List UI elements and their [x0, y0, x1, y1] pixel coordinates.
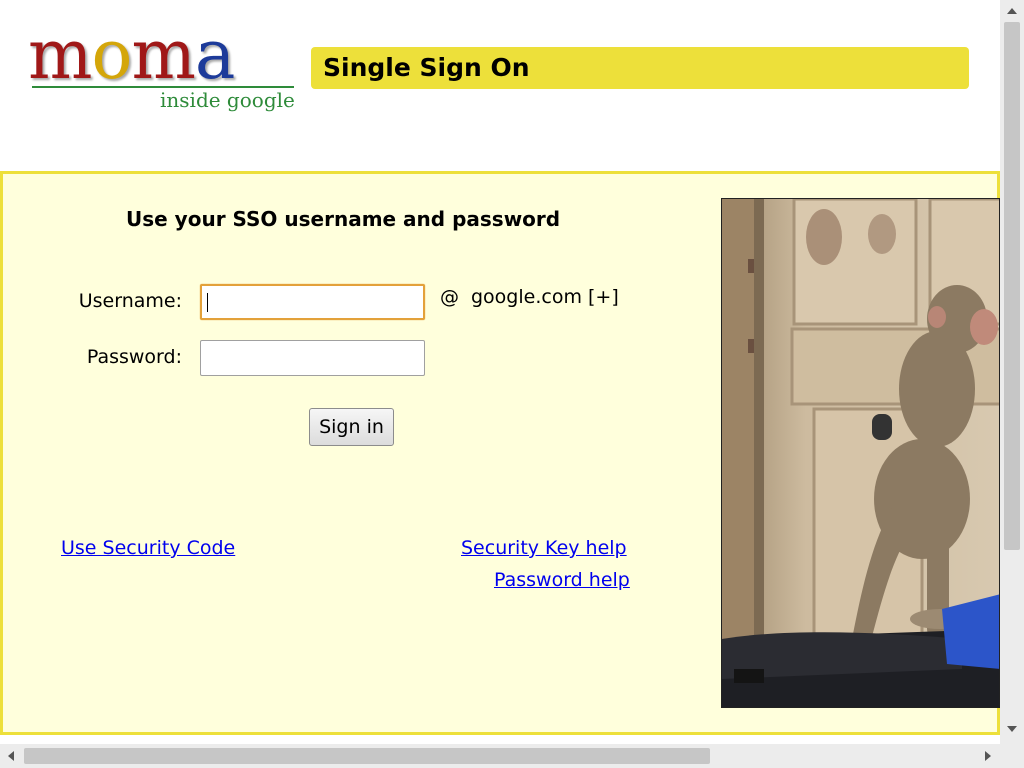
password-input[interactable]	[200, 340, 425, 376]
domain-value[interactable]: google.com [+]	[471, 286, 619, 308]
page-title: Single Sign On	[311, 47, 969, 89]
scrollbar-corner	[1000, 744, 1024, 768]
password-label: Password:	[86, 346, 182, 368]
vertical-scroll-thumb[interactable]	[1004, 22, 1020, 550]
horizontal-scroll-thumb[interactable]	[24, 748, 710, 764]
horizontal-scrollbar[interactable]	[0, 744, 1000, 768]
username-label: Username:	[78, 290, 182, 312]
use-security-code-link[interactable]: Use Security Code	[61, 537, 235, 559]
domain-selector[interactable]: @ google.com [+]	[440, 286, 619, 308]
scroll-right-icon[interactable]	[985, 751, 991, 761]
logo-wordmark: moma	[28, 16, 236, 95]
scroll-left-icon[interactable]	[8, 751, 14, 761]
moma-logo: moma inside google	[28, 22, 298, 122]
logo-letter: m	[131, 16, 195, 95]
scroll-down-icon[interactable]	[1007, 726, 1017, 732]
text-caret	[207, 293, 208, 312]
form-heading: Use your SSO username and password	[126, 207, 561, 231]
logo-subtitle: inside google	[160, 88, 295, 112]
sign-in-button[interactable]: Sign in	[309, 408, 394, 446]
username-input[interactable]	[200, 284, 425, 320]
logo-letter: o	[91, 16, 132, 95]
security-key-help-link[interactable]: Security Key help	[461, 537, 627, 559]
at-sign: @	[440, 286, 459, 308]
photo-drawing	[722, 199, 999, 707]
scroll-up-icon[interactable]	[1007, 8, 1017, 14]
vertical-scrollbar[interactable]	[1000, 0, 1024, 768]
password-help-link[interactable]: Password help	[494, 569, 630, 591]
monkey-photo	[721, 198, 1000, 708]
logo-letter: a	[194, 16, 236, 95]
logo-letter: m	[28, 16, 92, 95]
